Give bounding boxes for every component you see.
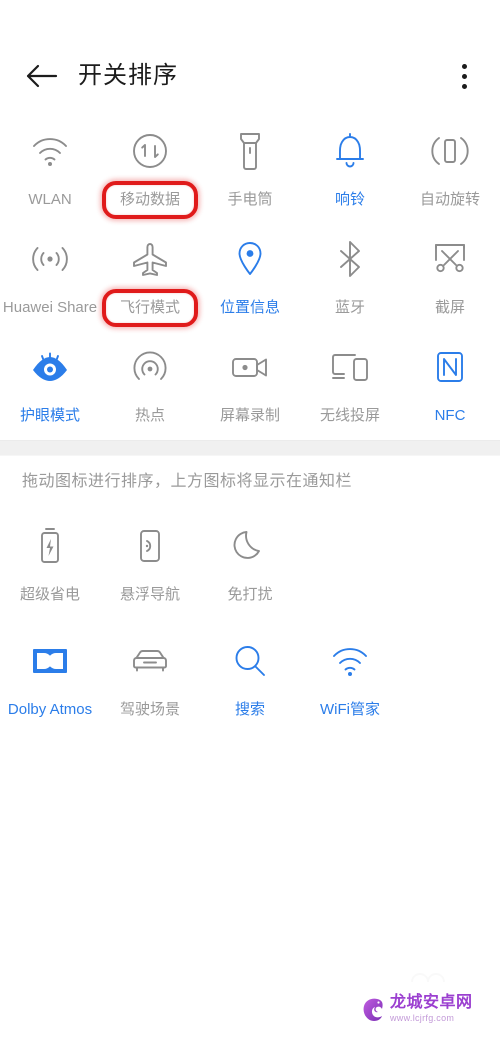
switch-tile-label: 驾驶场景	[119, 701, 180, 718]
switch-tile[interactable]: 手电筒	[200, 118, 300, 226]
switch-tile[interactable]: 悬浮导航	[100, 513, 200, 621]
app-header: 开关排序	[0, 0, 500, 112]
reorder-hint-text: 拖动图标进行排序，上方图标将显示在通知栏	[22, 473, 353, 490]
huawei-share-icon	[27, 236, 73, 282]
battery-saver-icon	[27, 523, 73, 569]
switch-tile[interactable]: 热点	[100, 334, 200, 442]
switch-tile-label: 位置信息	[219, 299, 280, 316]
more-options-button[interactable]	[446, 56, 482, 96]
switch-tile-label: 飞行模式	[119, 299, 180, 316]
switch-tile[interactable]: 截屏	[400, 226, 500, 334]
switch-tile-label: NFC	[434, 407, 466, 424]
search-icon	[227, 638, 273, 684]
flashlight-icon	[227, 128, 273, 174]
moon-icon	[227, 523, 273, 569]
watermark-site-name: 龙城安卓网	[390, 994, 473, 1011]
nfc-icon	[427, 344, 473, 390]
top-switch-grid: WLAN 移动数据 手电筒 响铃 自动旋转 Huawei Share 飞行模式 位置信息 蓝牙 截…	[0, 118, 500, 442]
site-watermark: 龙城安卓网 www.lcjrfg.com	[360, 995, 473, 1023]
floating-nav-icon	[127, 523, 173, 569]
bell-icon	[327, 128, 373, 174]
hidden-switch-grid-secondary: Dolby Atmos 驾驶场景 搜索 WiFi管家	[0, 628, 500, 736]
switch-tile-label: WLAN	[28, 191, 72, 208]
switch-tile-label: Huawei Share	[2, 299, 98, 316]
switch-tile[interactable]: 飞行模式	[100, 226, 200, 334]
eye-comfort-icon	[27, 344, 73, 390]
switch-tile-label: 屏幕录制	[219, 407, 280, 424]
switch-tile-label: 悬浮导航	[119, 586, 180, 603]
switch-tile[interactable]: 无线投屏	[300, 334, 400, 442]
mobile-data-icon	[127, 128, 173, 174]
hidden-switch-grid: 超级省电 悬浮导航 免打扰	[0, 513, 500, 621]
section-divider	[0, 440, 500, 456]
cast-screen-icon	[327, 344, 373, 390]
switch-tile[interactable]: 搜索	[200, 628, 300, 736]
switch-tile[interactable]: NFC	[400, 334, 500, 442]
switch-tile-label: 超级省电	[19, 586, 80, 603]
screen-record-icon	[227, 344, 273, 390]
switch-tile-label: 护眼模式	[19, 407, 80, 424]
more-vertical-icon-dot	[461, 73, 467, 79]
quick-settings-reorder-screen: 开关排序 WLAN 移动数据 手电筒 响铃 自动旋转 Huawei Share 飞行模式 位置…	[0, 0, 500, 1039]
hotspot-icon	[127, 344, 173, 390]
switch-tile[interactable]: 屏幕录制	[200, 334, 300, 442]
wifi-manager-icon	[327, 638, 373, 684]
switch-tile[interactable]: WLAN	[0, 118, 100, 226]
switch-tile[interactable]: 移动数据	[100, 118, 200, 226]
switch-tile-label: 无线投屏	[319, 407, 380, 424]
dolby-atmos-icon	[27, 638, 73, 684]
switch-tile-label: 响铃	[334, 191, 365, 208]
switch-tile[interactable]: 驾驶场景	[100, 628, 200, 736]
switch-tile-label: 手电筒	[227, 191, 273, 208]
auto-rotate-icon	[427, 128, 473, 174]
switch-tile[interactable]: 蓝牙	[300, 226, 400, 334]
switch-tile[interactable]: 护眼模式	[0, 334, 100, 442]
faint-artifact	[411, 973, 445, 983]
car-icon	[127, 638, 173, 684]
wifi-icon	[27, 128, 73, 174]
switch-tile[interactable]: 免打扰	[200, 513, 300, 621]
switch-tile-label: 搜索	[234, 701, 265, 718]
watermark-url: www.lcjrfg.com	[390, 1013, 455, 1023]
switch-tile-label: WiFi管家	[320, 701, 380, 718]
switch-tile-label: 移动数据	[119, 191, 180, 208]
switch-tile[interactable]: Huawei Share	[0, 226, 100, 334]
switch-tile-label: 蓝牙	[334, 299, 365, 316]
switch-tile-label: 截屏	[434, 299, 465, 316]
dragon-logo-icon	[363, 998, 383, 1021]
switch-tile[interactable]: 自动旋转	[400, 118, 500, 226]
bluetooth-icon	[327, 236, 373, 282]
page-title: 开关排序	[78, 62, 178, 89]
back-button[interactable]	[22, 58, 62, 94]
arrow-left-icon	[26, 64, 58, 88]
switch-tile[interactable]: 位置信息	[200, 226, 300, 334]
switch-tile[interactable]: 超级省电	[0, 513, 100, 621]
switch-tile[interactable]: Dolby Atmos	[0, 628, 100, 736]
switch-tile[interactable]: WiFi管家	[300, 628, 400, 736]
switch-tile-label: Dolby Atmos	[7, 701, 93, 718]
airplane-icon	[127, 236, 173, 282]
screenshot-icon	[427, 236, 473, 282]
switch-tile-label: 免打扰	[227, 586, 273, 603]
switch-tile-label: 热点	[134, 407, 165, 424]
more-vertical-icon-dot	[461, 63, 467, 69]
switch-tile[interactable]: 响铃	[300, 118, 400, 226]
location-pin-icon	[227, 236, 273, 282]
switch-tile-label: 自动旋转	[419, 191, 480, 208]
more-vertical-icon-dot	[461, 83, 467, 89]
watermark-text: 龙城安卓网 www.lcjrfg.com	[390, 995, 473, 1023]
